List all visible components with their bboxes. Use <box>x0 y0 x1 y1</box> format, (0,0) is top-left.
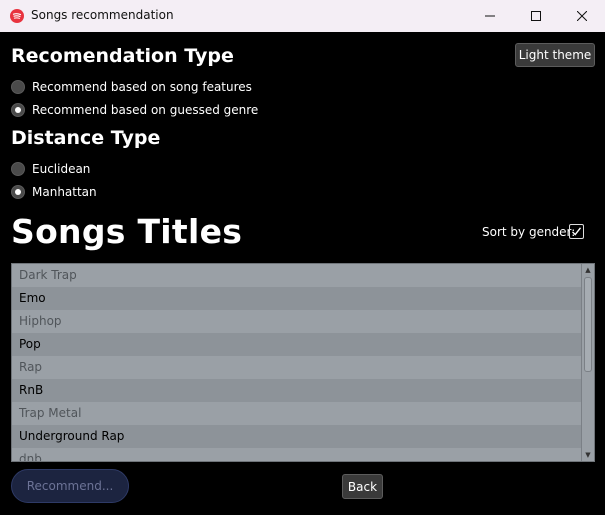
maximize-icon <box>531 11 541 21</box>
minimize-icon <box>485 15 495 17</box>
radio-label: Manhattan <box>32 185 97 199</box>
close-icon <box>577 11 587 21</box>
main-content: Recomendation Type Light theme Recommend… <box>0 32 605 515</box>
radio-indicator[interactable] <box>11 80 25 94</box>
scroll-down-arrow-icon[interactable]: ▼ <box>584 451 592 459</box>
scroll-thumb[interactable] <box>584 277 592 372</box>
songs-titles-heading: Songs Titles <box>11 212 243 251</box>
radio-indicator[interactable] <box>11 162 25 176</box>
radio-indicator[interactable] <box>11 103 25 117</box>
app-icon <box>10 9 24 23</box>
maximize-button[interactable] <box>513 0 559 32</box>
scroll-up-arrow-icon[interactable]: ▲ <box>584 266 592 274</box>
list-item[interactable]: RnB <box>12 379 581 402</box>
list-item[interactable]: Rap <box>12 356 581 379</box>
songs-list[interactable]: Dark Trap Emo Hiphop Pop Rap RnB Trap Me… <box>11 263 595 462</box>
radio-song-features[interactable]: Recommend based on song features <box>11 78 252 96</box>
radio-guessed-genre[interactable]: Recommend based on guessed genre <box>11 101 258 119</box>
radio-label: Recommend based on song features <box>32 80 252 94</box>
radio-manhattan[interactable]: Manhattan <box>11 183 97 201</box>
radio-euclidean[interactable]: Euclidean <box>11 160 90 178</box>
list-item[interactable]: Underground Rap <box>12 425 581 448</box>
title-bar: Songs recommendation <box>0 0 605 32</box>
close-button[interactable] <box>559 0 605 32</box>
radio-label: Recommend based on guessed genre <box>32 103 259 117</box>
back-button[interactable]: Back <box>342 474 383 499</box>
checkmark-icon <box>571 227 582 236</box>
recommend-button[interactable]: Recommend... <box>11 469 129 503</box>
sort-by-gender-label: Sort by gender: <box>482 225 576 239</box>
list-item[interactable]: Dark Trap <box>12 264 581 287</box>
list-item[interactable]: Pop <box>12 333 581 356</box>
app-window: Songs recommendation Recomendation Type … <box>0 0 605 515</box>
list-scrollbar[interactable]: ▲ ▼ <box>581 264 594 461</box>
list-item[interactable]: Trap Metal <box>12 402 581 425</box>
sort-by-gender-checkbox[interactable] <box>569 224 584 239</box>
list-item[interactable]: dnb <box>12 448 581 461</box>
window-title: Songs recommendation <box>31 8 174 22</box>
radio-indicator[interactable] <box>11 185 25 199</box>
list-item[interactable]: Emo <box>12 287 581 310</box>
distance-type-heading: Distance Type <box>11 127 161 149</box>
list-item[interactable]: Hiphop <box>12 310 581 333</box>
radio-label: Euclidean <box>32 162 91 176</box>
minimize-button[interactable] <box>467 0 513 32</box>
recommendation-type-heading: Recomendation Type <box>11 45 234 67</box>
light-theme-button[interactable]: Light theme <box>515 43 595 67</box>
